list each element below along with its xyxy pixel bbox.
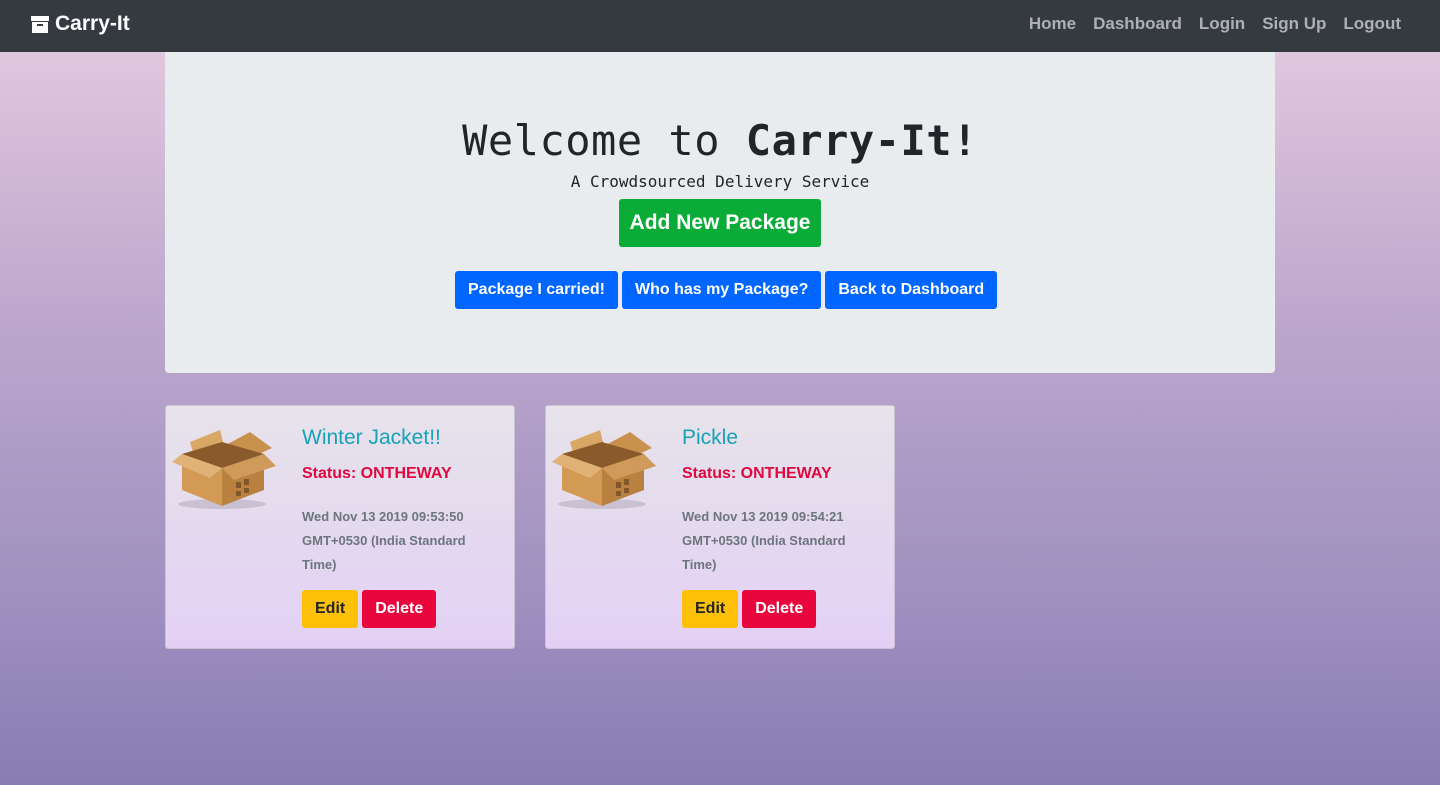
package-title: Pickle — [682, 426, 739, 449]
who-has-package-button[interactable]: Who has my Package? — [621, 271, 822, 309]
nav-logout[interactable]: Logout — [1343, 14, 1401, 34]
hero-section: Welcome to Carry-It! A Crowdsourced Deli… — [165, 52, 1275, 373]
card-actions: Edit Delete — [302, 590, 437, 628]
nav-login[interactable]: Login — [1199, 14, 1245, 34]
package-status: Status: ONTHEWAY — [682, 465, 832, 482]
welcome-heading: Welcome to Carry-It! — [165, 116, 1275, 165]
delete-button[interactable]: Delete — [362, 590, 437, 628]
packages-carried-button[interactable]: Package I carried! — [455, 271, 618, 309]
brand-name: Carry-It — [55, 12, 130, 35]
package-date: Wed Nov 13 2019 09:53:50 GMT+0530 (India… — [302, 509, 466, 572]
tagline: A Crowdsourced Delivery Service — [570, 172, 870, 191]
navbar: Carry-It Home Dashboard Login Sign Up Lo… — [0, 0, 1440, 52]
welcome-brand: Carry-It! — [745, 116, 978, 165]
nav-home[interactable]: Home — [1029, 14, 1076, 34]
archive-icon — [31, 15, 49, 33]
back-to-dashboard-button[interactable]: Back to Dashboard — [825, 271, 998, 309]
edit-button[interactable]: Edit — [302, 590, 359, 628]
package-date: Wed Nov 13 2019 09:54:21 GMT+0530 (India… — [682, 509, 846, 572]
hero-button-row: Package I carried! Who has my Package? B… — [455, 271, 998, 309]
brand-link[interactable]: Carry-It — [31, 12, 130, 36]
open-box-icon — [552, 430, 656, 509]
package-title: Winter Jacket!! — [302, 426, 441, 449]
card-actions: Edit Delete — [682, 590, 817, 628]
package-card: Pickle Status: ONTHEWAY Wed Nov 13 2019 … — [545, 405, 895, 649]
welcome-prefix: Welcome to — [462, 116, 746, 165]
package-status: Status: ONTHEWAY — [302, 465, 452, 482]
nav-links: Home Dashboard Login Sign Up Logout — [1029, 14, 1401, 34]
edit-button[interactable]: Edit — [682, 590, 739, 628]
nav-dashboard[interactable]: Dashboard — [1093, 14, 1182, 34]
add-package-button[interactable]: Add New Package — [619, 199, 821, 247]
open-box-icon — [172, 430, 276, 509]
package-card: Winter Jacket!! Status: ONTHEWAY Wed Nov… — [165, 405, 515, 649]
nav-signup[interactable]: Sign Up — [1262, 14, 1326, 34]
delete-button[interactable]: Delete — [742, 590, 817, 628]
